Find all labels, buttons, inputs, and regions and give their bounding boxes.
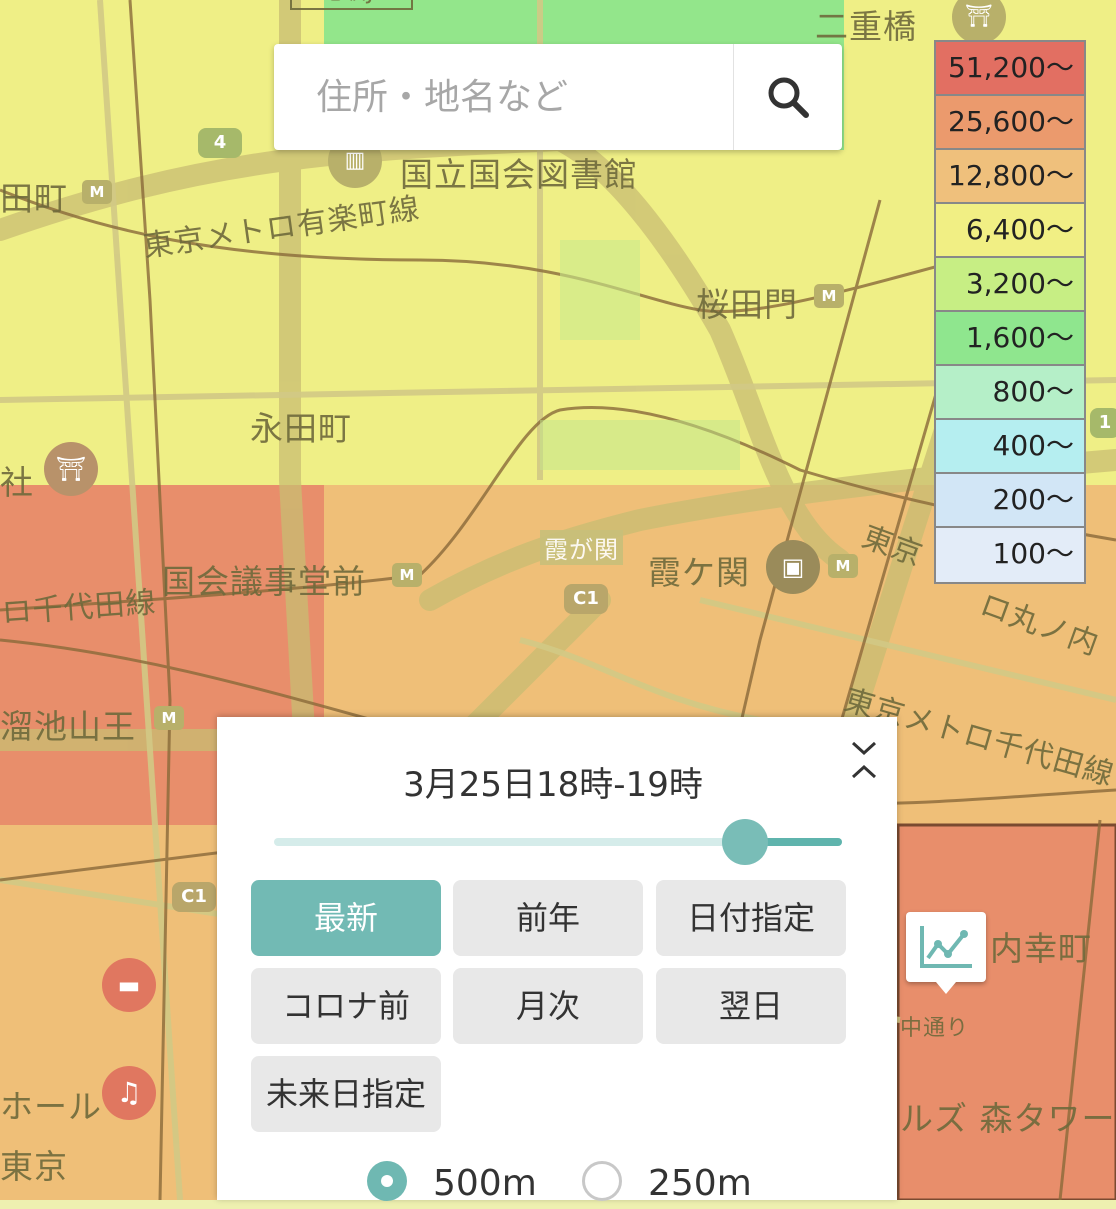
radio-dot-icon xyxy=(367,1161,407,1201)
legend-item: 800〜 xyxy=(936,366,1084,420)
map-label-nagatacho: 永田町 xyxy=(250,409,352,448)
legend-item: 1,600〜 xyxy=(936,312,1084,366)
time-control-panel: 3月25日18時-19時 最新 前年 日付指定 コロナ前 月次 翌日 未来日指定 500m … xyxy=(217,717,897,1204)
map-label-kokkai-gijidomae: 国会議事堂前 xyxy=(162,562,366,601)
map-label-mori-tower: ルズ 森タワー xyxy=(900,1099,1116,1138)
radio-dot-icon xyxy=(582,1161,622,1201)
time-slider[interactable] xyxy=(274,819,842,865)
route-shield-4: 4 xyxy=(198,128,242,158)
metro-station-icon[interactable]: M xyxy=(392,563,422,587)
music-icon[interactable]: ♫ xyxy=(102,1066,156,1120)
collapse-toggle-icon xyxy=(851,741,877,779)
metro-station-icon[interactable]: M xyxy=(814,284,844,308)
map-label-shrine: 社 xyxy=(0,463,34,502)
mesh-radio-250m[interactable]: 250m xyxy=(582,1159,752,1209)
map-label-nijubashi: 二重橋 xyxy=(815,7,917,46)
route-shield-1: 1 xyxy=(1090,408,1116,438)
selected-time-title: 3月25日18時-19時 xyxy=(403,765,703,805)
legend-item: 200〜 xyxy=(936,474,1084,528)
mesh-radio-500m[interactable]: 500m xyxy=(367,1159,537,1209)
map-label-tokyo-bottom: 東京 xyxy=(0,1147,68,1186)
bus-icon[interactable]: ▣ xyxy=(766,540,820,594)
hotel-icon[interactable]: ▬ xyxy=(102,958,156,1012)
search-button[interactable] xyxy=(733,44,842,150)
legend-item: 400〜 xyxy=(936,420,1084,474)
map-label-uchisaiwaicho: 内幸町 xyxy=(990,929,1092,968)
mode-button-2[interactable]: 日付指定 xyxy=(656,880,846,956)
mode-button-4[interactable]: 月次 xyxy=(453,968,643,1044)
map-label-kasumigaseki-road: 霞が関 xyxy=(540,530,623,565)
map-label-kasumigaseki-station: 霞ケ関 xyxy=(648,553,750,592)
map-label-street: 中通り xyxy=(900,1016,970,1041)
mode-button-3[interactable]: コロナ前 xyxy=(251,968,441,1044)
graph-button[interactable] xyxy=(906,912,986,994)
legend-item: 25,600〜 xyxy=(936,96,1084,150)
route-shield-c1: C1 xyxy=(172,882,216,912)
legend-item: 6,400〜 xyxy=(936,204,1084,258)
route-shield-c1: C1 xyxy=(564,584,608,614)
mesh-radio-label: 250m xyxy=(648,1163,752,1204)
search-icon xyxy=(768,77,809,118)
mode-button-5[interactable]: 翌日 xyxy=(656,968,846,1044)
mesh-radio-label: 500m xyxy=(433,1163,537,1204)
metro-station-icon[interactable]: M xyxy=(82,180,112,204)
mode-button-6[interactable]: 未来日指定 xyxy=(251,1056,441,1132)
mesh-size-radio-group: 500m 250m xyxy=(367,1159,787,1209)
legend-item: 100〜 xyxy=(936,528,1084,582)
metro-station-icon[interactable]: M xyxy=(828,554,858,578)
line-chart-icon xyxy=(920,926,972,968)
mode-button-1[interactable]: 前年 xyxy=(453,880,643,956)
map-label-sakuradamon: 桜田門 xyxy=(696,285,798,324)
mode-button-0[interactable]: 最新 xyxy=(251,880,441,956)
legend-item: 51,200〜 xyxy=(936,42,1084,96)
time-slider-thumb[interactable] xyxy=(722,819,769,865)
map-label-tameike-sanno: 溜池山王 xyxy=(0,707,136,746)
map-label-station-nagatacho: 田町 xyxy=(0,179,68,218)
search-bar xyxy=(274,44,842,150)
population-legend: 51,200〜 25,600〜 12,800〜 6,400〜 3,200〜 1,600〜 8… xyxy=(934,40,1086,584)
legend-item: 3,200〜 xyxy=(936,258,1084,312)
panel-toggle-button[interactable] xyxy=(849,739,879,783)
map-label-national-diet-library: 国立国会図書館 xyxy=(400,155,638,194)
map-label-hall: ホール xyxy=(0,1087,102,1126)
legend-item: 12,800〜 xyxy=(936,150,1084,204)
map-label-junction: 三宅坂JCT xyxy=(290,0,414,10)
shrine-icon[interactable]: ⛩ xyxy=(44,442,98,496)
metro-station-icon[interactable]: M xyxy=(154,706,184,730)
search-input[interactable] xyxy=(314,66,738,128)
